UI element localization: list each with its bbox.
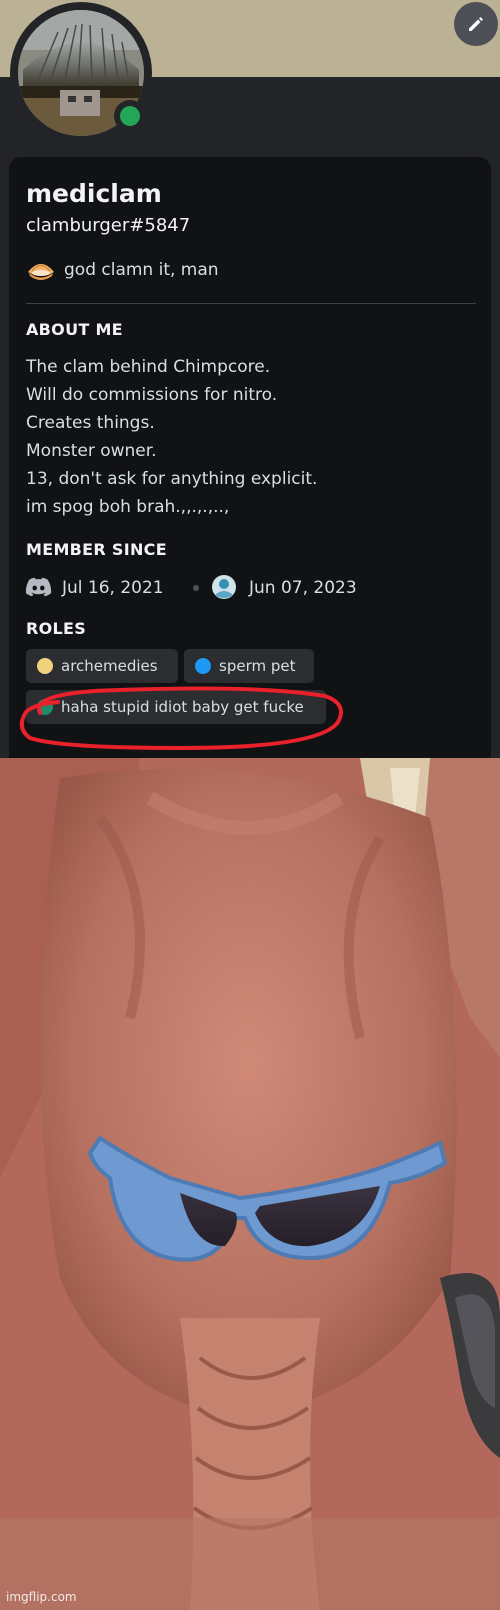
monkey-sunglasses-image [0, 758, 500, 1610]
profile-popout: mediclam clamburger#5847 god clamn it, m… [0, 0, 500, 758]
watermark: imgflip.com [6, 1590, 77, 1604]
meme-photo [0, 758, 500, 1610]
red-highlight-circle [19, 686, 343, 751]
